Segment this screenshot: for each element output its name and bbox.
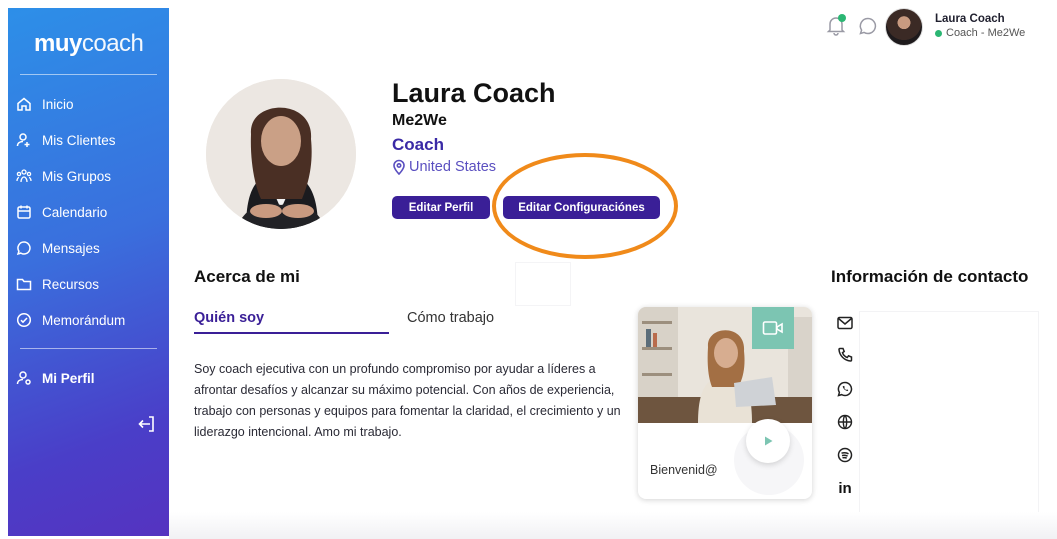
- sidebar-item-memorandum[interactable]: Memorándum: [16, 307, 163, 333]
- tab-quien-soy[interactable]: Quién soy: [194, 310, 264, 326]
- sidebar-item-label: Memorándum: [42, 312, 126, 328]
- user-settings-icon: [16, 370, 32, 386]
- chat-icon: [16, 240, 32, 256]
- mail-icon[interactable]: [836, 314, 854, 332]
- sidebar-item-label: Mensajes: [42, 240, 100, 256]
- sidebar-item-inicio[interactable]: Inicio: [16, 91, 163, 117]
- play-icon: [765, 436, 773, 446]
- globe-icon[interactable]: [836, 413, 854, 431]
- notification-dot: [838, 14, 846, 22]
- spotify-icon[interactable]: [836, 446, 854, 464]
- header-user-role: Coach - Me2We: [935, 27, 1025, 39]
- sidebar-divider: [20, 348, 157, 349]
- sidebar-item-calendario[interactable]: Calendario: [16, 199, 163, 225]
- active-tab-indicator: [194, 332, 389, 334]
- logout-icon[interactable]: [137, 414, 157, 434]
- blank-placeholder: [516, 263, 570, 305]
- sidebar-item-label: Recursos: [42, 276, 100, 292]
- tab-como-trabajo[interactable]: Cómo trabajo: [407, 310, 494, 326]
- sidebar-item-label: Inicio: [42, 96, 74, 112]
- top-bar: [169, 0, 1057, 60]
- video-camera-icon: [752, 307, 794, 349]
- bottom-fade: [169, 512, 1057, 539]
- messages-icon[interactable]: [858, 16, 878, 36]
- edit-profile-button[interactable]: Editar Perfil: [392, 196, 490, 219]
- highlight-annotation-ring: [492, 153, 678, 259]
- video-caption: Bienvenid@: [650, 463, 718, 477]
- profile-role: Coach: [392, 135, 444, 154]
- sidebar-item-label: Calendario: [42, 204, 108, 220]
- sidebar-item-recursos[interactable]: Recursos: [16, 271, 163, 297]
- sidebar-divider: [20, 74, 157, 75]
- calendar-icon: [16, 204, 32, 220]
- home-icon: [16, 96, 32, 112]
- location-pin-icon: [393, 159, 405, 175]
- sidebar-item-mi-perfil[interactable]: Mi Perfil: [16, 365, 163, 391]
- notification-bell-icon[interactable]: [825, 14, 847, 36]
- group-icon: [16, 168, 32, 184]
- sidebar-item-label: Mis Grupos: [42, 168, 112, 184]
- phone-icon[interactable]: [836, 346, 854, 364]
- user-plus-icon: [16, 132, 32, 148]
- sidebar-item-mis-grupos[interactable]: Mis Grupos: [16, 163, 163, 189]
- sidebar-item-label: Mis Clientes: [42, 132, 116, 148]
- header-user-name: Laura Coach: [935, 13, 1005, 25]
- sidebar-item-mis-clientes[interactable]: Mis Clientes: [16, 127, 163, 153]
- whatsapp-icon[interactable]: [836, 380, 854, 398]
- about-title: Acerca de mi: [194, 267, 300, 286]
- user-avatar[interactable]: [885, 8, 923, 46]
- profile-location: United States: [392, 159, 496, 175]
- profile-company: Me2We: [392, 112, 447, 129]
- online-status-dot: [935, 29, 942, 37]
- sidebar: muycoach Inicio Mis Clientes Mis Grupos …: [8, 8, 169, 536]
- linkedin-icon[interactable]: in: [836, 479, 854, 497]
- sidebar-item-mensajes[interactable]: Mensajes: [16, 235, 163, 261]
- muycoach-logo[interactable]: muycoach: [34, 30, 144, 58]
- profile-name: Laura Coach: [392, 78, 556, 108]
- check-circle-icon: [16, 312, 32, 328]
- contact-title: Información de contacto: [831, 267, 1029, 286]
- folder-icon: [16, 276, 32, 292]
- profile-photo: [206, 79, 356, 229]
- sidebar-item-label: Mi Perfil: [42, 370, 95, 386]
- about-description: Soy coach ejecutiva con un profundo comp…: [194, 362, 621, 439]
- contact-details-panel: [860, 312, 1038, 532]
- play-button[interactable]: [746, 419, 790, 463]
- welcome-video-card[interactable]: Bienvenid@: [638, 307, 812, 499]
